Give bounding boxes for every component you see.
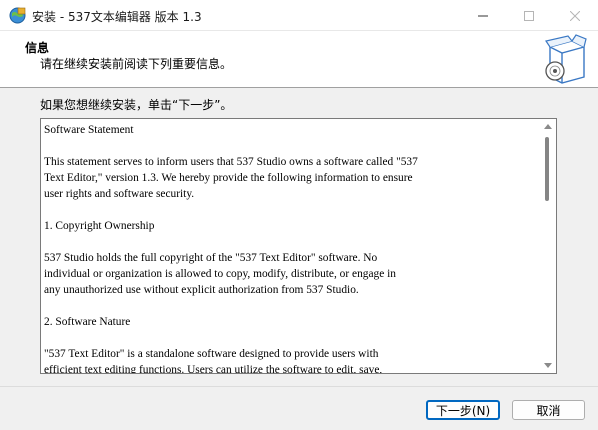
wizard-header: 信息 请在继续安装前阅读下列重要信息。 — [0, 31, 598, 88]
page-subtitle: 请在继续安装前阅读下列重要信息。 — [40, 57, 233, 71]
window-title: 安装 - 537文本编辑器 版本 1.3 — [32, 10, 202, 24]
vertical-scrollbar[interactable] — [539, 119, 556, 373]
cancel-button[interactable]: 取消 — [512, 400, 585, 420]
memo-line: 537 Studio holds the full copyright of t… — [44, 252, 378, 264]
maximize-button[interactable] — [506, 0, 552, 31]
memo-line — [44, 330, 536, 346]
installer-globe-icon — [9, 7, 26, 24]
scroll-down-icon[interactable] — [544, 363, 552, 368]
info-memo[interactable]: Software Statement This statement serves… — [40, 118, 557, 374]
memo-line: This statement serves to inform users th… — [44, 156, 418, 168]
memo-line — [44, 234, 536, 250]
memo-line: user rights and software security. — [44, 188, 195, 200]
memo-line: any unauthorized use without explicit au… — [44, 284, 359, 296]
scroll-up-icon[interactable] — [544, 124, 552, 129]
memo-line — [44, 138, 536, 154]
memo-line: 1. Copyright Ownership — [44, 220, 155, 232]
title-bar: 安装 - 537文本编辑器 版本 1.3 — [0, 0, 598, 31]
memo-line: Text Editor," version 1.3. We hereby pro… — [44, 172, 413, 184]
minimize-button[interactable] — [460, 0, 506, 31]
scroll-thumb[interactable] — [545, 137, 549, 201]
memo-line: individual or organization is allowed to… — [44, 268, 396, 280]
memo-line: "537 Text Editor" is a standalone softwa… — [44, 348, 379, 360]
close-button[interactable] — [552, 0, 598, 31]
footer-divider — [0, 386, 598, 387]
continue-instruction: 如果您想继续安装，单击“下一步”。 — [40, 98, 233, 112]
maximize-icon — [524, 10, 534, 21]
close-icon — [570, 10, 580, 21]
info-memo-text: Software Statement This statement serves… — [44, 122, 536, 374]
page-title: 信息 — [25, 41, 50, 55]
software-box-cd-icon — [545, 34, 587, 84]
memo-line — [44, 202, 536, 218]
memo-line — [44, 298, 536, 314]
memo-line: Software Statement — [44, 124, 134, 136]
minimize-icon — [478, 15, 488, 16]
memo-line: 2. Software Nature — [44, 316, 131, 328]
memo-line: efficient text editing functions. Users … — [44, 364, 383, 374]
next-button[interactable]: 下一步(N) — [426, 400, 500, 420]
